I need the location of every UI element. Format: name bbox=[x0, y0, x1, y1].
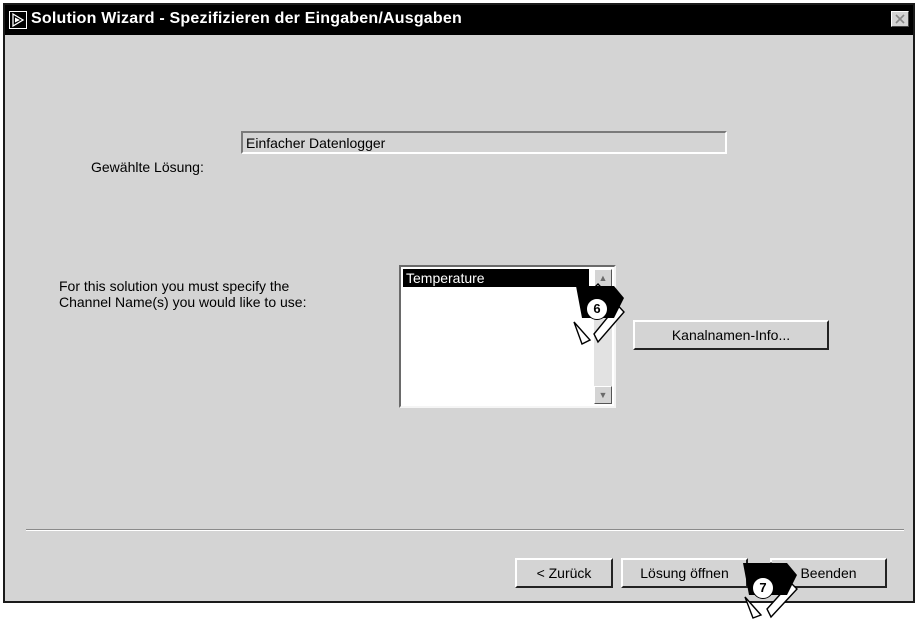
scroll-down-button[interactable]: ▼ bbox=[594, 386, 612, 404]
channel-instruction-line2: Channel Name(s) you would like to use: bbox=[59, 294, 307, 310]
close-icon bbox=[895, 14, 905, 24]
step-7-badge: 7 bbox=[752, 577, 774, 599]
channel-instruction-line1: For this solution you must specify the bbox=[59, 278, 290, 294]
wizard-window: Solution Wizard - Spezifizieren der Eing… bbox=[3, 3, 915, 603]
footer-separator-highlight bbox=[26, 530, 904, 531]
step-6-badge: 6 bbox=[586, 298, 608, 320]
arrow-down-icon: ▼ bbox=[598, 390, 608, 400]
back-button[interactable]: < Zurück bbox=[515, 558, 613, 588]
channel-info-button[interactable]: Kanalnamen-Info... bbox=[633, 320, 829, 350]
window-title: Solution Wizard - Spezifizieren der Eing… bbox=[31, 10, 462, 27]
title-bar: Solution Wizard - Spezifizieren der Eing… bbox=[5, 5, 913, 35]
open-solution-button[interactable]: Lösung öffnen bbox=[621, 558, 748, 588]
selected-solution-label: Gewählte Lösung: bbox=[91, 159, 204, 175]
list-item[interactable]: Temperature bbox=[403, 269, 589, 287]
wizard-app-icon bbox=[9, 11, 27, 29]
close-button[interactable] bbox=[891, 11, 909, 27]
selected-solution-field: Einfacher Datenlogger bbox=[241, 131, 727, 154]
